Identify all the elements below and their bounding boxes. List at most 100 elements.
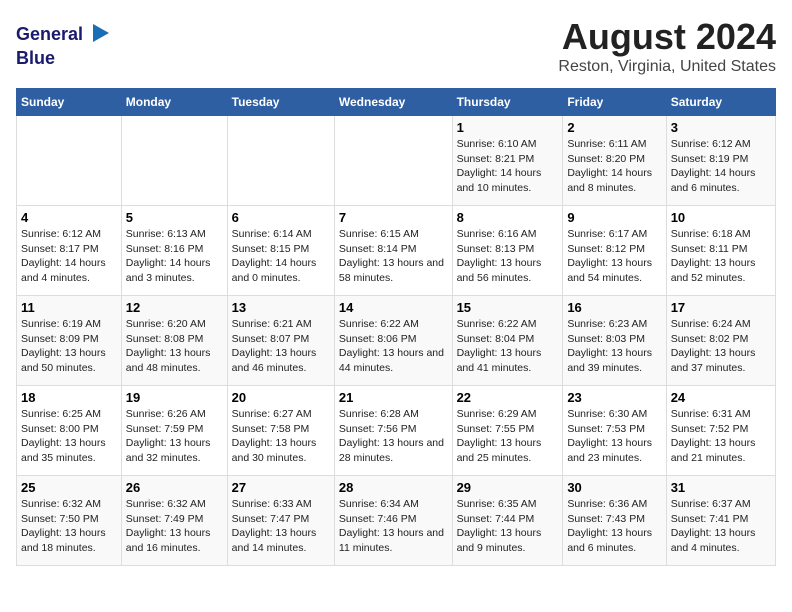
- day-info: Sunrise: 6:28 AM Sunset: 7:56 PM Dayligh…: [339, 408, 444, 464]
- calendar-cell: [227, 116, 334, 206]
- day-number: 24: [671, 390, 771, 405]
- day-number: 3: [671, 120, 771, 135]
- weekday-header-saturday: Saturday: [666, 89, 775, 116]
- calendar-cell: 7 Sunrise: 6:15 AM Sunset: 8:14 PM Dayli…: [334, 206, 452, 296]
- day-info: Sunrise: 6:36 AM Sunset: 7:43 PM Dayligh…: [567, 498, 652, 554]
- calendar-cell: 16 Sunrise: 6:23 AM Sunset: 8:03 PM Dayl…: [563, 296, 666, 386]
- calendar-week-row: 25 Sunrise: 6:32 AM Sunset: 7:50 PM Dayl…: [17, 476, 776, 566]
- day-info: Sunrise: 6:22 AM Sunset: 8:06 PM Dayligh…: [339, 318, 444, 374]
- weekday-header-wednesday: Wednesday: [334, 89, 452, 116]
- calendar-cell: [17, 116, 122, 206]
- day-number: 12: [126, 300, 223, 315]
- calendar-cell: 11 Sunrise: 6:19 AM Sunset: 8:09 PM Dayl…: [17, 296, 122, 386]
- calendar-header-row: SundayMondayTuesdayWednesdayThursdayFrid…: [17, 89, 776, 116]
- day-info: Sunrise: 6:14 AM Sunset: 8:15 PM Dayligh…: [232, 228, 317, 284]
- calendar-cell: 26 Sunrise: 6:32 AM Sunset: 7:49 PM Dayl…: [121, 476, 227, 566]
- day-info: Sunrise: 6:11 AM Sunset: 8:20 PM Dayligh…: [567, 138, 652, 194]
- calendar-cell: 21 Sunrise: 6:28 AM Sunset: 7:56 PM Dayl…: [334, 386, 452, 476]
- calendar-cell: 19 Sunrise: 6:26 AM Sunset: 7:59 PM Dayl…: [121, 386, 227, 476]
- day-number: 23: [567, 390, 661, 405]
- calendar-week-row: 4 Sunrise: 6:12 AM Sunset: 8:17 PM Dayli…: [17, 206, 776, 296]
- day-number: 1: [457, 120, 559, 135]
- subtitle: Reston, Virginia, United States: [558, 58, 776, 76]
- day-info: Sunrise: 6:12 AM Sunset: 8:19 PM Dayligh…: [671, 138, 756, 194]
- page-header: General Blue August 2024 Reston, Virgini…: [16, 16, 776, 76]
- day-info: Sunrise: 6:24 AM Sunset: 8:02 PM Dayligh…: [671, 318, 756, 374]
- calendar-cell: 20 Sunrise: 6:27 AM Sunset: 7:58 PM Dayl…: [227, 386, 334, 476]
- calendar-cell: 6 Sunrise: 6:14 AM Sunset: 8:15 PM Dayli…: [227, 206, 334, 296]
- calendar-cell: 17 Sunrise: 6:24 AM Sunset: 8:02 PM Dayl…: [666, 296, 775, 386]
- day-info: Sunrise: 6:32 AM Sunset: 7:49 PM Dayligh…: [126, 498, 211, 554]
- day-number: 17: [671, 300, 771, 315]
- day-number: 20: [232, 390, 330, 405]
- day-info: Sunrise: 6:34 AM Sunset: 7:46 PM Dayligh…: [339, 498, 444, 554]
- day-info: Sunrise: 6:37 AM Sunset: 7:41 PM Dayligh…: [671, 498, 756, 554]
- day-info: Sunrise: 6:26 AM Sunset: 7:59 PM Dayligh…: [126, 408, 211, 464]
- day-info: Sunrise: 6:33 AM Sunset: 7:47 PM Dayligh…: [232, 498, 317, 554]
- day-number: 28: [339, 480, 448, 495]
- day-info: Sunrise: 6:16 AM Sunset: 8:13 PM Dayligh…: [457, 228, 542, 284]
- weekday-header-monday: Monday: [121, 89, 227, 116]
- day-info: Sunrise: 6:25 AM Sunset: 8:00 PM Dayligh…: [21, 408, 106, 464]
- calendar-cell: 14 Sunrise: 6:22 AM Sunset: 8:06 PM Dayl…: [334, 296, 452, 386]
- day-number: 15: [457, 300, 559, 315]
- calendar-cell: 24 Sunrise: 6:31 AM Sunset: 7:52 PM Dayl…: [666, 386, 775, 476]
- day-number: 14: [339, 300, 448, 315]
- day-number: 6: [232, 210, 330, 225]
- calendar-cell: 30 Sunrise: 6:36 AM Sunset: 7:43 PM Dayl…: [563, 476, 666, 566]
- calendar-cell: 3 Sunrise: 6:12 AM Sunset: 8:19 PM Dayli…: [666, 116, 775, 206]
- day-number: 13: [232, 300, 330, 315]
- day-info: Sunrise: 6:21 AM Sunset: 8:07 PM Dayligh…: [232, 318, 317, 374]
- calendar-cell: 22 Sunrise: 6:29 AM Sunset: 7:55 PM Dayl…: [452, 386, 563, 476]
- calendar-cell: 25 Sunrise: 6:32 AM Sunset: 7:50 PM Dayl…: [17, 476, 122, 566]
- calendar-cell: 31 Sunrise: 6:37 AM Sunset: 7:41 PM Dayl…: [666, 476, 775, 566]
- calendar-cell: 29 Sunrise: 6:35 AM Sunset: 7:44 PM Dayl…: [452, 476, 563, 566]
- calendar-cell: 23 Sunrise: 6:30 AM Sunset: 7:53 PM Dayl…: [563, 386, 666, 476]
- day-number: 31: [671, 480, 771, 495]
- day-info: Sunrise: 6:17 AM Sunset: 8:12 PM Dayligh…: [567, 228, 652, 284]
- day-number: 29: [457, 480, 559, 495]
- logo-arrow-icon: [89, 22, 111, 44]
- day-number: 21: [339, 390, 448, 405]
- calendar-cell: 4 Sunrise: 6:12 AM Sunset: 8:17 PM Dayli…: [17, 206, 122, 296]
- day-number: 10: [671, 210, 771, 225]
- main-title: August 2024: [558, 16, 776, 58]
- calendar-table: SundayMondayTuesdayWednesdayThursdayFrid…: [16, 88, 776, 566]
- calendar-cell: 2 Sunrise: 6:11 AM Sunset: 8:20 PM Dayli…: [563, 116, 666, 206]
- weekday-header-sunday: Sunday: [17, 89, 122, 116]
- day-number: 30: [567, 480, 661, 495]
- logo-text-general: General: [16, 25, 83, 45]
- day-info: Sunrise: 6:23 AM Sunset: 8:03 PM Dayligh…: [567, 318, 652, 374]
- day-info: Sunrise: 6:13 AM Sunset: 8:16 PM Dayligh…: [126, 228, 211, 284]
- calendar-cell: 10 Sunrise: 6:18 AM Sunset: 8:11 PM Dayl…: [666, 206, 775, 296]
- day-number: 2: [567, 120, 661, 135]
- day-info: Sunrise: 6:12 AM Sunset: 8:17 PM Dayligh…: [21, 228, 106, 284]
- calendar-cell: [121, 116, 227, 206]
- calendar-week-row: 1 Sunrise: 6:10 AM Sunset: 8:21 PM Dayli…: [17, 116, 776, 206]
- day-info: Sunrise: 6:10 AM Sunset: 8:21 PM Dayligh…: [457, 138, 542, 194]
- calendar-cell: 12 Sunrise: 6:20 AM Sunset: 8:08 PM Dayl…: [121, 296, 227, 386]
- calendar-cell: 18 Sunrise: 6:25 AM Sunset: 8:00 PM Dayl…: [17, 386, 122, 476]
- calendar-cell: 8 Sunrise: 6:16 AM Sunset: 8:13 PM Dayli…: [452, 206, 563, 296]
- day-info: Sunrise: 6:31 AM Sunset: 7:52 PM Dayligh…: [671, 408, 756, 464]
- logo: General Blue: [16, 20, 111, 69]
- day-info: Sunrise: 6:35 AM Sunset: 7:44 PM Dayligh…: [457, 498, 542, 554]
- calendar-cell: 13 Sunrise: 6:21 AM Sunset: 8:07 PM Dayl…: [227, 296, 334, 386]
- day-number: 26: [126, 480, 223, 495]
- day-number: 19: [126, 390, 223, 405]
- day-info: Sunrise: 6:30 AM Sunset: 7:53 PM Dayligh…: [567, 408, 652, 464]
- day-number: 8: [457, 210, 559, 225]
- day-number: 27: [232, 480, 330, 495]
- day-number: 22: [457, 390, 559, 405]
- weekday-header-friday: Friday: [563, 89, 666, 116]
- day-info: Sunrise: 6:32 AM Sunset: 7:50 PM Dayligh…: [21, 498, 106, 554]
- calendar-cell: [334, 116, 452, 206]
- title-block: August 2024 Reston, Virginia, United Sta…: [558, 16, 776, 76]
- calendar-cell: 28 Sunrise: 6:34 AM Sunset: 7:46 PM Dayl…: [334, 476, 452, 566]
- day-number: 7: [339, 210, 448, 225]
- day-info: Sunrise: 6:18 AM Sunset: 8:11 PM Dayligh…: [671, 228, 756, 284]
- calendar-cell: 27 Sunrise: 6:33 AM Sunset: 7:47 PM Dayl…: [227, 476, 334, 566]
- weekday-header-tuesday: Tuesday: [227, 89, 334, 116]
- weekday-header-thursday: Thursday: [452, 89, 563, 116]
- calendar-cell: 5 Sunrise: 6:13 AM Sunset: 8:16 PM Dayli…: [121, 206, 227, 296]
